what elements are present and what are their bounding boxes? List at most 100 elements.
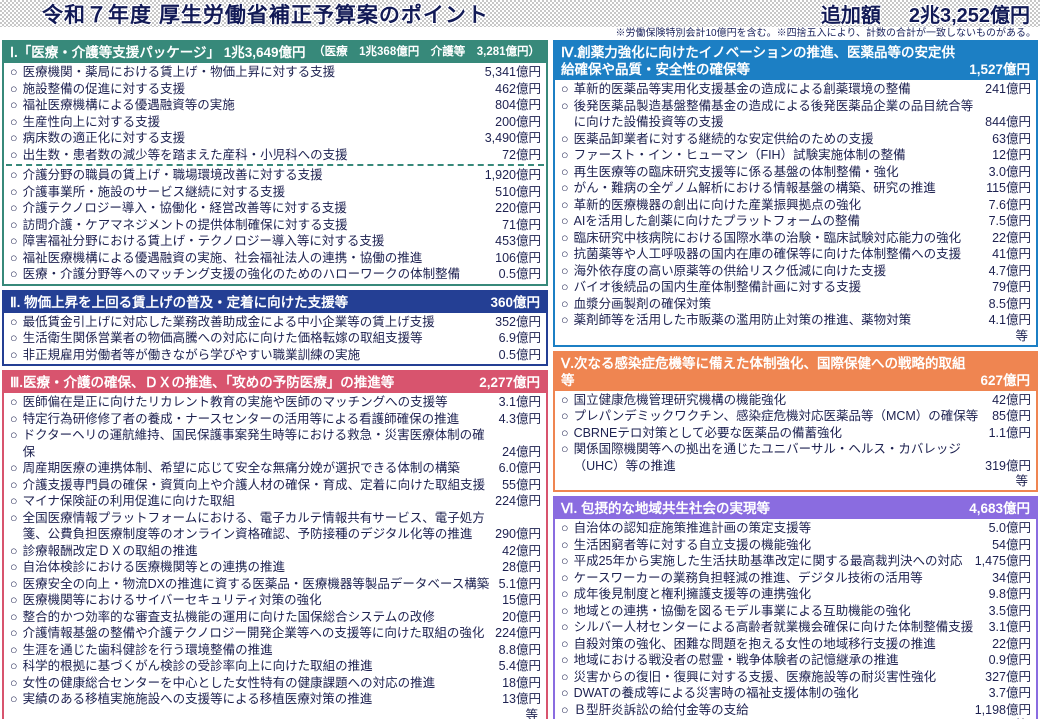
item-amount: 6.0億円 bbox=[498, 461, 541, 475]
circle-bullet-icon: ○ bbox=[10, 642, 18, 657]
circle-bullet-icon: ○ bbox=[10, 347, 18, 362]
item-label: 医師偏在是正に向けたリカレント教育の実施や医師のマッチングへの支援等 bbox=[22, 395, 448, 409]
item-amount: 3.5億円 bbox=[988, 603, 1031, 618]
item-label: 生涯を通じた歯科健診を行う環境整備の推進 bbox=[22, 642, 273, 657]
item-label: 障害福祉分野における賃上げ・テクノロジー導入等に対する支援 bbox=[22, 234, 385, 248]
item-label: がん・難病の全ゲノム解析における情報基盤の構築、研究の推進 bbox=[573, 181, 936, 195]
circle-bullet-icon: ○ bbox=[10, 314, 18, 329]
circle-bullet-icon: ○ bbox=[561, 230, 569, 245]
item-label: バイオ後続品の国内生産体制整備計画に対する支援 bbox=[573, 280, 862, 294]
item-amount: 0.9億円 bbox=[988, 653, 1031, 667]
etc-suffix: 等 bbox=[1015, 328, 1028, 343]
item-label: Ｂ型肝炎訴訟の給付金等の支給 bbox=[573, 702, 749, 717]
section-5-amount: 627億円 bbox=[980, 372, 1030, 388]
item-amount: 41億円 bbox=[992, 247, 1031, 261]
item-label: 非正規雇用労働者等が働きながら学びやすい職業訓練の実施 bbox=[22, 347, 361, 362]
item-amount: 22億円 bbox=[992, 636, 1031, 651]
section-2-title: Ⅱ. 物価上昇を上回る賃上げの普及・定着に向けた支援等 bbox=[10, 294, 349, 310]
circle-bullet-icon: ○ bbox=[10, 65, 18, 79]
budget-item: ○ シルバー人材センターによる高齢者就業機会確保に向けた体制整備支援 3.1億円 bbox=[555, 619, 1036, 636]
item-label: 整合的かつ効率的な審査支払機能の運用に向けた国保総合システムの改修 bbox=[22, 609, 435, 624]
budget-item: ○ 血漿分画製剤の確保対策 8.5億円 bbox=[555, 296, 1036, 313]
circle-bullet-icon: ○ bbox=[561, 181, 569, 195]
item-label: 薬剤師等を活用した市販薬の濫用防止対策の推進、薬物対策 bbox=[573, 313, 912, 327]
circle-bullet-icon: ○ bbox=[561, 442, 569, 456]
item-label: 革新的医薬品等実用化支援基金の造成による創薬環境の整備 bbox=[573, 82, 911, 96]
budget-item: ○ 施設整備の促進に対する支援 462億円 bbox=[4, 81, 546, 98]
section-1-body: ○ 医療機関・薬局における賃上げ・物価上昇に対する支援 5,341億円 ○ 施設整備の促… bbox=[4, 63, 546, 284]
circle-bullet-icon: ○ bbox=[561, 653, 569, 667]
item-amount: 4.1億円 bbox=[988, 313, 1031, 327]
item-label: 再生医療等の臨床研究支援等に係る基盤の体制整備・強化 bbox=[573, 164, 899, 179]
budget-item: ○ 介護事業所・施設のサービス継続に対する支援 510億円 bbox=[4, 184, 546, 201]
item-label: 医療機関等におけるサイバーセキュリティ対策の強化 bbox=[22, 593, 322, 607]
budget-item: ○ マイナ保険証の利用促進に向けた取組 224億円 bbox=[4, 493, 546, 510]
section-5-header: Ⅴ.次なる感染症危機等に備えた体制強化、国際保健への戦略的取組等 627億円 bbox=[555, 352, 1036, 391]
circle-bullet-icon: ○ bbox=[561, 82, 569, 96]
item-label: 周産期医療の連携体制、希望に応じて安全な無痛分娩が選択できる体制の構築 bbox=[22, 461, 460, 475]
item-amount: 106億円 bbox=[495, 250, 541, 265]
etc-suffix: 等 bbox=[525, 707, 538, 719]
section-4-body: ○ 革新的医薬品等実用化支援基金の造成による創薬環境の整備 241億円 ○ 後発医薬品製… bbox=[555, 80, 1036, 345]
item-label: 革新的医療機器の創出に向けた産業振興拠点の強化 bbox=[573, 197, 862, 212]
item-amount: 1,475億円 bbox=[974, 554, 1031, 568]
item-label: ファースト・イン・ヒューマン（FIH）試験実施体制の整備 bbox=[573, 148, 906, 162]
item-amount: 6.9億円 bbox=[498, 331, 541, 345]
circle-bullet-icon: ○ bbox=[10, 201, 18, 215]
circle-bullet-icon: ○ bbox=[10, 250, 18, 265]
budget-item: ○ 革新的医療機器の創出に向けた産業振興拠点の強化 7.6億円 bbox=[555, 197, 1036, 214]
item-label: ドクターヘリの運航維持、国民保護事案発生時等における救急・災害医療体制の確保 bbox=[22, 428, 485, 459]
budget-item: ○ 科学的根拠に基づくがん検診の受診率向上に向けた取組の推進 5.4億円 bbox=[4, 658, 546, 675]
circle-bullet-icon: ○ bbox=[561, 98, 569, 113]
item-label: 関係国際機関等への拠出を通じたユニバーサル・ヘルス・カバレッジ（UHC）等の推進 bbox=[573, 442, 961, 473]
circle-bullet-icon: ○ bbox=[10, 114, 18, 129]
item-amount: 1,198億円 bbox=[974, 702, 1031, 717]
item-label: AIを活用した創薬に向けたプラットフォームの整備 bbox=[573, 214, 860, 228]
circle-bullet-icon: ○ bbox=[10, 267, 18, 281]
item-amount: 24億円 bbox=[502, 444, 541, 459]
budget-item: ○ 病床数の適正化に対する支援 3,490億円 bbox=[4, 130, 546, 147]
circle-bullet-icon: ○ bbox=[561, 313, 569, 327]
section-4-header: Ⅳ.創薬力強化に向けたイノベーションの推進、医薬品等の安定供給確保や品質・安全性… bbox=[555, 42, 1036, 80]
item-label: 後発医薬品製造基盤整備基金の造成による後発医薬品企業の品目統合等に向けた設備投資… bbox=[573, 98, 974, 130]
budget-item: ○ 非正規雇用労働者等が働きながら学びやすい職業訓練の実施 0.5億円 bbox=[4, 347, 546, 364]
circle-bullet-icon: ○ bbox=[561, 570, 569, 585]
circle-bullet-icon: ○ bbox=[10, 411, 18, 426]
circle-bullet-icon: ○ bbox=[10, 428, 18, 442]
circle-bullet-icon: ○ bbox=[10, 692, 18, 706]
item-amount: 3.0億円 bbox=[988, 164, 1031, 179]
section-5-body: ○ 国立健康危機管理研究機構の機能強化 42億円 ○ プレパンデミックワクチン、感染症危… bbox=[555, 391, 1036, 491]
item-amount: 4.7億円 bbox=[988, 263, 1031, 278]
circle-bullet-icon: ○ bbox=[10, 626, 18, 640]
circle-bullet-icon: ○ bbox=[10, 560, 18, 574]
item-amount: 4.3億円 bbox=[498, 411, 541, 426]
item-amount: 115億円 bbox=[986, 181, 1031, 195]
item-label: 災害からの復旧・復興に対する支援、医療施設等の耐災害性強化 bbox=[573, 669, 937, 684]
budget-item: ○ 海外依存度の高い原薬等の供給リスク低減に向けた支援 4.7億円 bbox=[555, 263, 1036, 280]
item-amount: 8.5億円 bbox=[988, 296, 1031, 311]
item-amount: 3.1億円 bbox=[988, 620, 1031, 634]
budget-item: ○ 介護情報基盤の整備や介護テクノロジー開発企業等への支援等に向けた取組の強化 22… bbox=[4, 625, 546, 642]
budget-item: ○ 地域における戦没者の慰霊・戦争体験者の記憶継承の推進 0.9億円 bbox=[555, 652, 1036, 669]
budget-item: ○ 生活衛生関係営業者の物価高騰への対応に向けた価格転嫁の取組支援等 6.9億円 bbox=[4, 330, 546, 347]
item-amount: 3,490億円 bbox=[484, 131, 541, 145]
circle-bullet-icon: ○ bbox=[561, 296, 569, 311]
right-column: Ⅳ.創薬力強化に向けたイノベーションの推進、医薬品等の安定供給確保や品質・安全性… bbox=[553, 40, 1038, 719]
section-2-amount: 360億円 bbox=[490, 294, 540, 310]
dashed-divider bbox=[6, 164, 544, 166]
section-4-amount: 1,527億円 bbox=[969, 62, 1030, 77]
budget-item: ○ 整合的かつ効率的な審査支払機能の運用に向けた国保総合システムの改修 20億円 bbox=[4, 609, 546, 626]
title-bar: 令和７年度 厚生労働省補正予算案のポイント 追加額 2兆3,252億円 bbox=[0, 0, 1040, 27]
section-6-header: Ⅵ. 包摂的な地域共生社会の実現等 4,683億円 bbox=[555, 498, 1036, 519]
section-5-title: Ⅴ.次なる感染症危機等に備えた体制強化、国際保健への戦略的取組等 bbox=[561, 355, 966, 388]
section-6: Ⅵ. 包摂的な地域共生社会の実現等 4,683億円 ○ 自治体の認知症施策推進計画の策… bbox=[553, 496, 1038, 719]
budget-item: ○ 福祉医療機構による優遇融資の実施、社会福祉法人の連携・協働の推進 106億円 bbox=[4, 250, 546, 267]
circle-bullet-icon: ○ bbox=[10, 609, 18, 624]
budget-item: ○ プレパンデミックワクチン、感染症危機対応医薬品等（MCM）の確保等 85億円 bbox=[555, 408, 1036, 425]
left-column: Ⅰ.「医療・介護等支援パッケージ」 1兆3,649億円 （医療 1兆368億円 介… bbox=[2, 40, 548, 719]
item-amount: 7.6億円 bbox=[988, 197, 1031, 212]
item-amount: 42億円 bbox=[992, 392, 1031, 407]
item-label: DWATの養成等による災害時の福祉支援体制の強化 bbox=[573, 686, 859, 700]
item-amount: 200億円 bbox=[495, 114, 541, 129]
budget-item: ○ 女性の健康総合センターを中心とした女性特有の健康課題への対応の推進 18億円 bbox=[4, 675, 546, 692]
